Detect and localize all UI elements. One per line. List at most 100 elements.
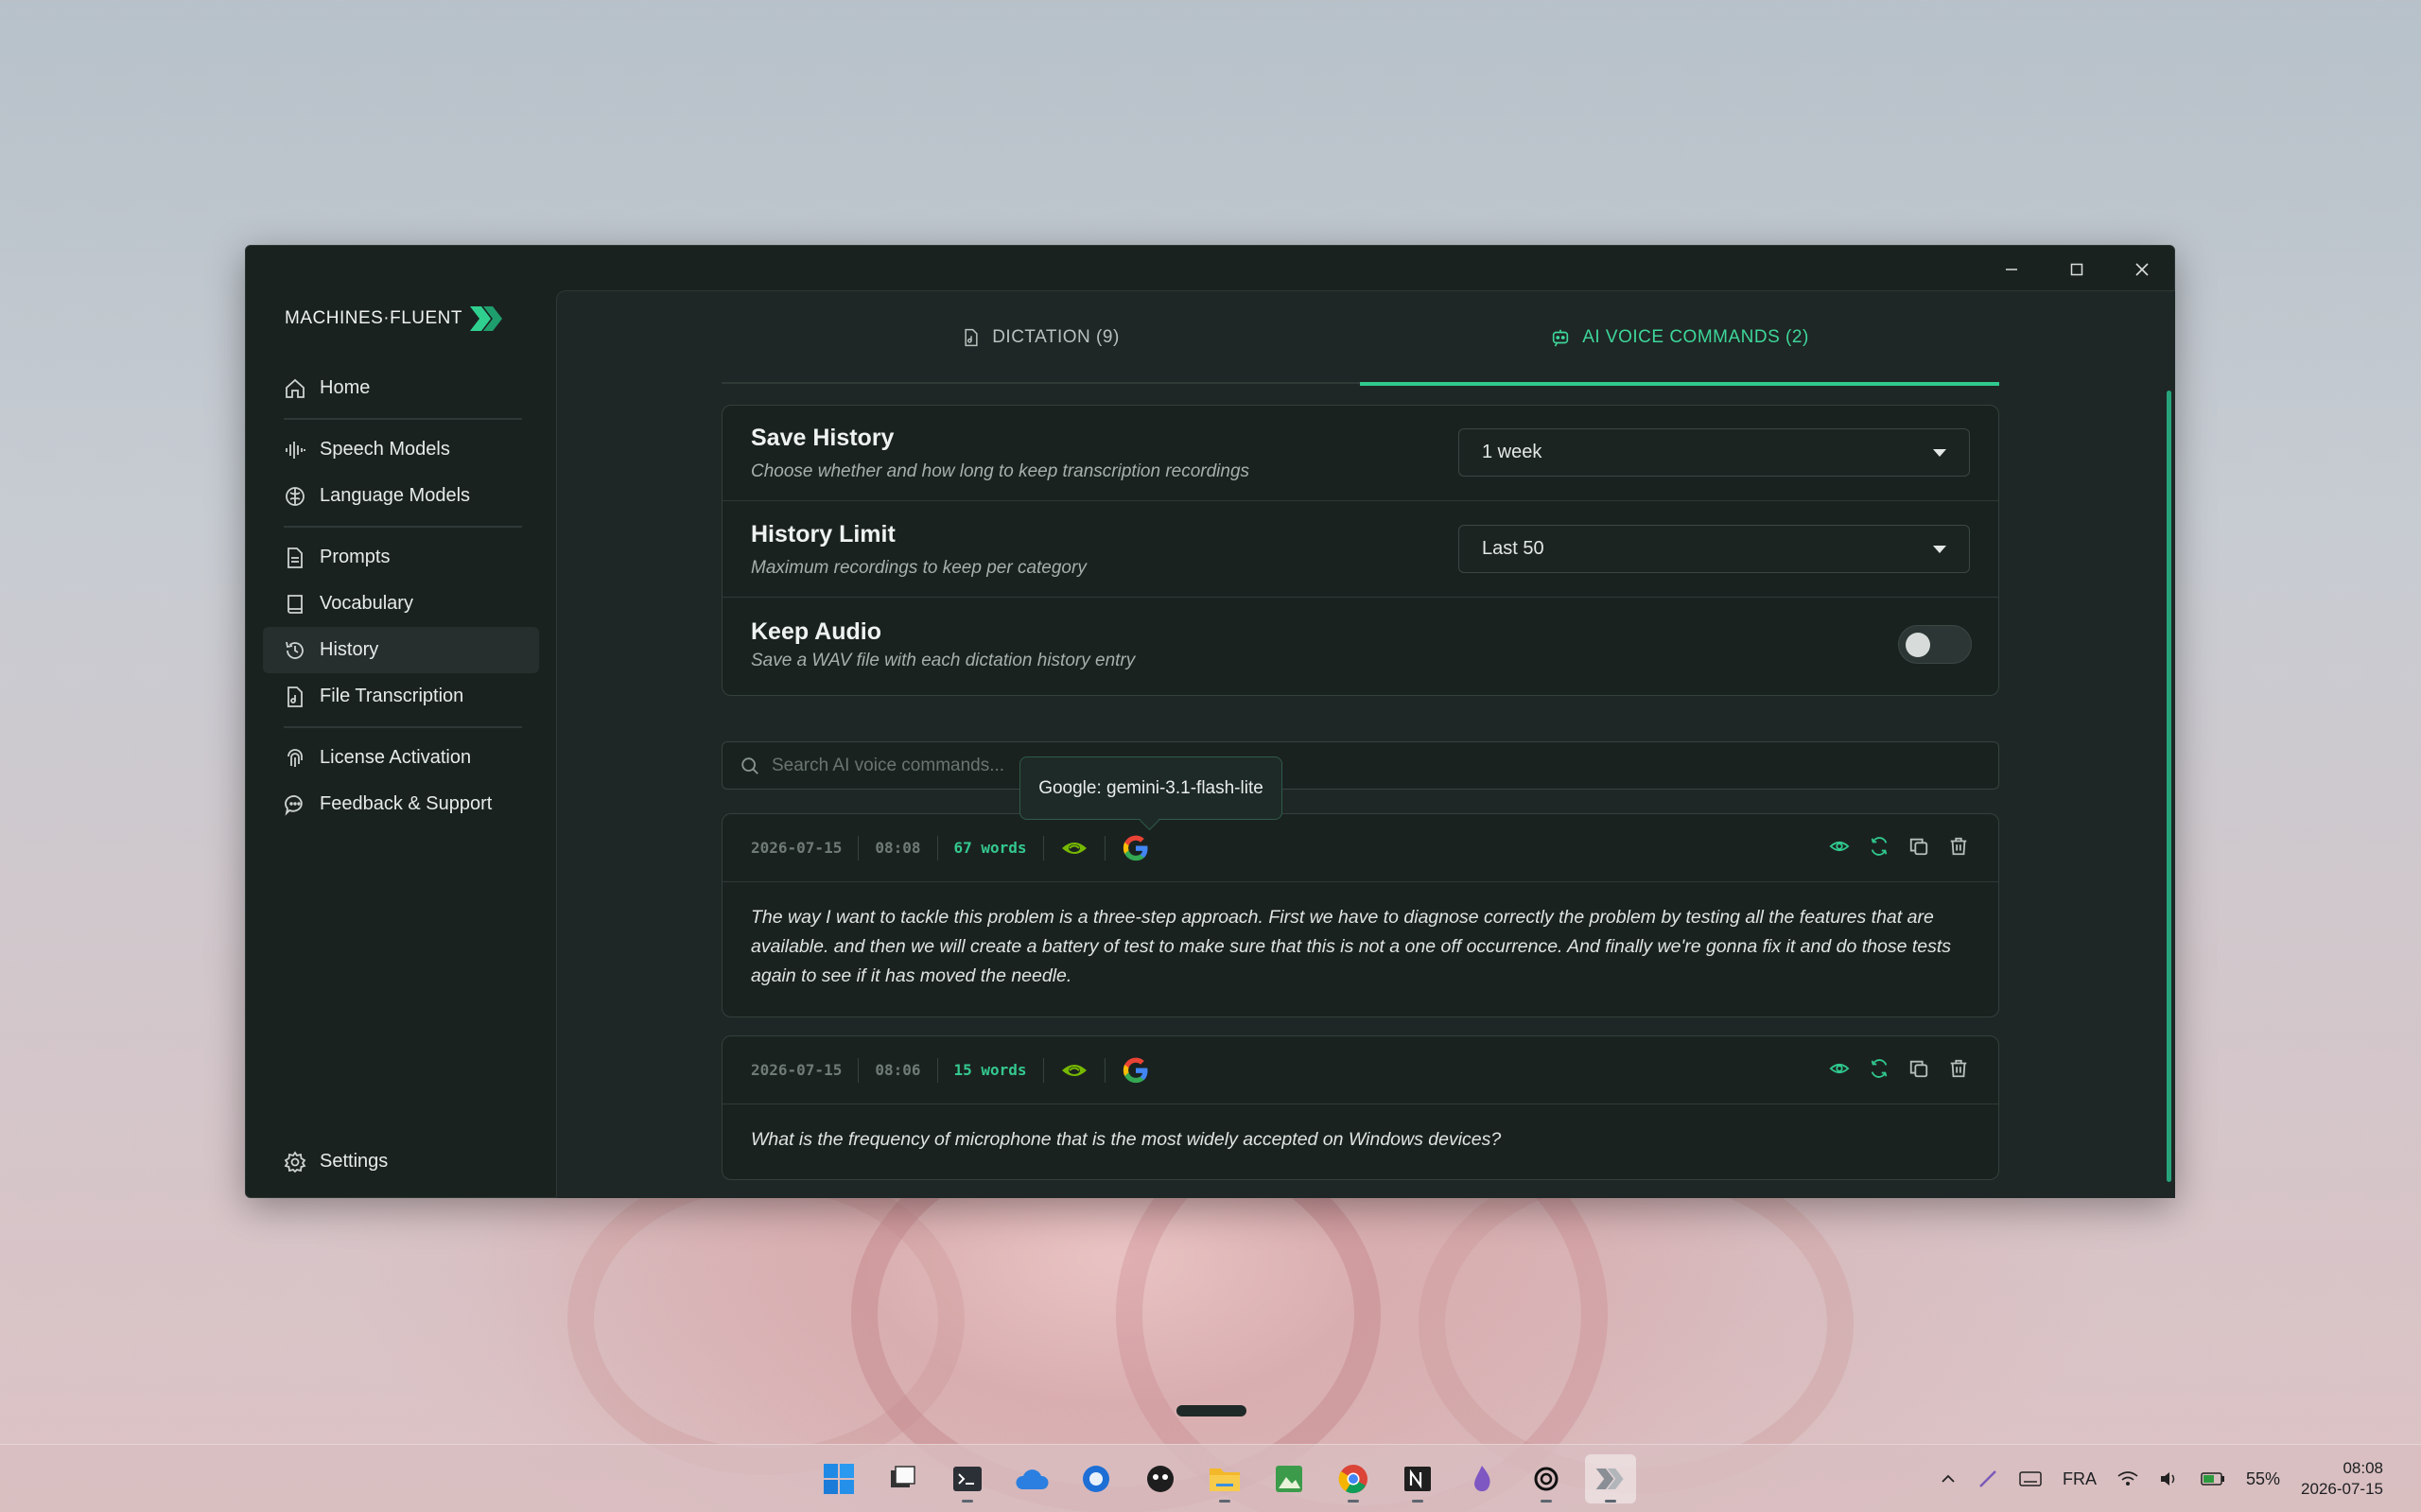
taskbar-chatgpt[interactable] [1521,1454,1572,1503]
entry-word-count: 15 words [953,1061,1027,1079]
delete-button[interactable] [1947,835,1970,858]
taskbar-machines-fluent[interactable] [1585,1454,1636,1503]
book-icon [287,594,303,614]
sidebar-item-label: History [320,639,379,660]
taskbar-chrome[interactable] [1328,1454,1379,1503]
setting-save-history: Save History Choose whether and how long… [723,406,1998,501]
sidebar-item-file-transcription[interactable]: File Transcription [263,673,539,720]
close-button[interactable] [2109,246,2174,293]
openai-icon [1534,1467,1559,1491]
trash-icon [1950,1059,1967,1078]
notion-icon [1404,1467,1431,1491]
refresh-icon [1871,837,1888,856]
sidebar-item-label: Prompts [320,547,391,567]
keyboard-icon[interactable] [2019,1470,2042,1487]
volume-icon[interactable] [2159,1470,2180,1487]
github-icon [1147,1466,1174,1492]
maximize-button[interactable] [2044,246,2109,293]
history-entry: 2026-07-15 08:08 67 words The way I want… [722,813,1999,1017]
sidebar-item-history[interactable]: History [263,627,539,673]
image-icon [1276,1466,1302,1492]
sidebar: MACHINES·FLUENT Home Speech Models Langu… [246,246,557,1197]
taskbar-start-button[interactable] [813,1454,864,1503]
sidebar-item-vocabulary[interactable]: Vocabulary [263,581,539,627]
entry-time: 08:06 [875,1061,921,1079]
clock[interactable]: 08:08 2026-07-15 [2301,1458,2383,1500]
minimize-button[interactable] [1978,246,2044,293]
running-indicator [962,1500,973,1503]
taskbar-app-purple[interactable] [1456,1454,1507,1503]
sidebar-item-settings[interactable]: Settings [263,1138,539,1185]
running-indicator [1412,1500,1423,1503]
eye-icon [1829,1063,1850,1074]
tab-dictation[interactable]: DICTATION (9) [722,290,1360,384]
sidebar-item-label: License Activation [320,747,472,768]
taskbar-onedrive[interactable] [1006,1454,1057,1503]
waveform-icon [286,441,305,459]
taskbar-github-desktop[interactable] [1135,1454,1186,1503]
tab-label: AI VOICE COMMANDS (2) [1582,326,1809,347]
taskbar-mail[interactable] [1071,1454,1122,1503]
chrome-icon [1338,1465,1367,1494]
history-limit-select[interactable]: Last 50 [1458,525,1970,573]
sidebar-item-label: Feedback & Support [320,793,493,814]
taskbar-file-explorer[interactable] [1199,1454,1250,1503]
sidebar-item-license-activation[interactable]: License Activation [263,735,539,781]
wifi-icon[interactable] [2117,1470,2138,1487]
brain-icon [286,486,305,506]
setting-history-limit: History Limit Maximum recordings to keep… [723,501,1998,598]
tab-ai-voice-commands[interactable]: AI VOICE COMMANDS (2) [1360,290,1999,386]
battery-icon[interactable] [2201,1471,2225,1486]
nav-divider [284,418,522,420]
view-button[interactable] [1828,1057,1851,1080]
sidebar-item-speech-models[interactable]: Speech Models [263,426,539,473]
pen-icon[interactable] [1977,1469,1998,1489]
running-indicator [1219,1500,1230,1503]
copy-button[interactable] [1907,835,1930,858]
entry-date: 2026-07-15 [751,1061,843,1079]
google-icon[interactable] [1122,834,1150,862]
delete-button[interactable] [1947,1057,1970,1080]
trash-icon [1950,837,1967,856]
taskbar-task-view[interactable] [878,1454,929,1503]
file-audio-icon [965,328,978,346]
sidebar-item-label: Vocabulary [320,593,413,614]
running-indicator [1605,1500,1616,1503]
toggle-knob [1906,633,1930,657]
taskbar-notion[interactable] [1392,1454,1443,1503]
chevron-up-icon[interactable] [1940,1470,1957,1487]
sidebar-item-label: Home [320,377,371,398]
sidebar-item-language-models[interactable]: Language Models [263,473,539,519]
maximize-icon [2070,263,2082,276]
sidebar-item-feedback-support[interactable]: Feedback & Support [263,781,539,827]
copy-button[interactable] [1907,1057,1930,1080]
recording-indicator-pill[interactable] [1176,1405,1246,1416]
taskbar-photos[interactable] [1263,1454,1315,1503]
search-input[interactable] [772,755,1907,776]
meta-divider [1104,835,1106,860]
history-settings-card: Save History Choose whether and how long… [722,405,1999,696]
save-history-select[interactable]: 1 week [1458,428,1970,477]
chat-bubble-icon [285,794,303,816]
sidebar-item-label: Speech Models [320,439,450,460]
nav-divider [284,526,522,528]
search-icon [741,756,758,774]
minimize-icon [2005,269,2017,270]
wallpaper-petal [567,1163,965,1475]
scrollbar[interactable] [2167,391,2171,1182]
taskbar-terminal[interactable] [942,1454,993,1503]
reprocess-button[interactable] [1868,835,1890,858]
view-button[interactable] [1828,835,1851,858]
keep-audio-toggle[interactable] [1898,625,1972,664]
sidebar-item-prompts[interactable]: Prompts [263,534,539,581]
running-indicator [1348,1500,1359,1503]
input-language[interactable]: FRA [2063,1469,2097,1489]
entry-actions [1828,1057,1970,1080]
sidebar-item-home[interactable]: Home [263,365,539,411]
meta-divider [1042,835,1044,860]
logo-chevron-icon [470,306,503,331]
logo-text: MACHINES·FLUENT [285,308,463,328]
machines-fluent-icon [1595,1468,1624,1490]
google-icon[interactable] [1122,1056,1150,1085]
reprocess-button[interactable] [1868,1057,1890,1080]
